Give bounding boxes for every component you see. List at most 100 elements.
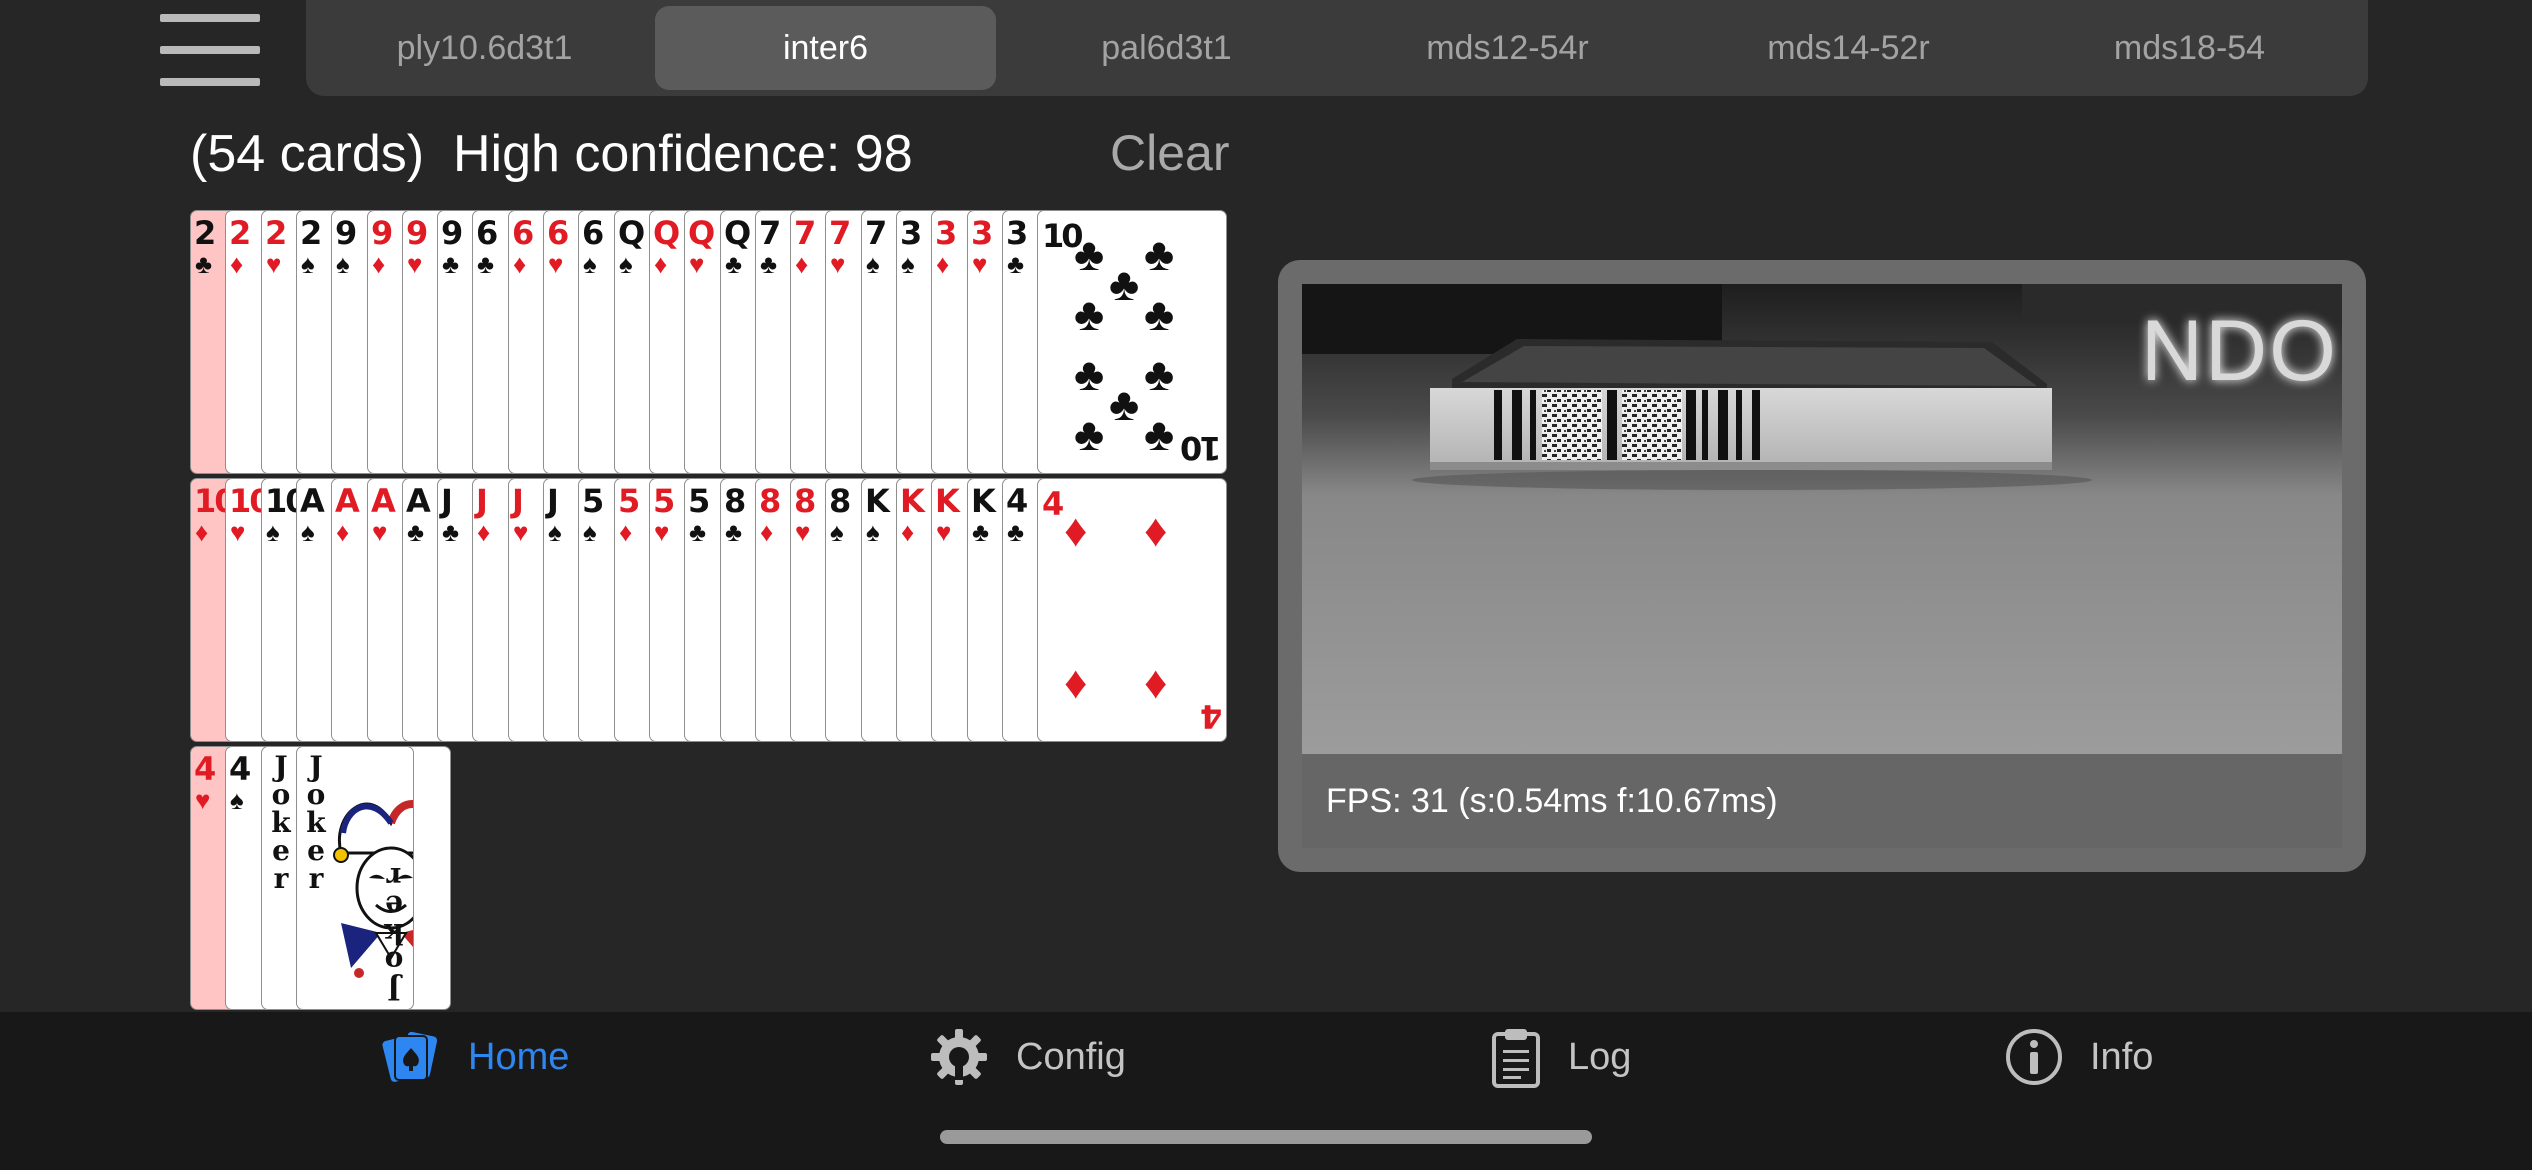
card-rank: Q (724, 214, 751, 252)
camera-overlay-text: NDO (2140, 303, 2338, 399)
card-rank: Q (653, 214, 680, 252)
card-rank: 6 (512, 214, 534, 252)
card-rank: 2 (265, 214, 287, 252)
card-rank: 6 (582, 214, 604, 252)
card-suit: ♣ (442, 517, 460, 547)
card-suit: ♦ (795, 249, 809, 279)
card-suit: ♥ (407, 249, 423, 279)
card-rank: 7 (794, 214, 816, 252)
card-suit: ♣ (725, 517, 743, 547)
card-suit: ♥ (230, 517, 246, 547)
card-row-3: 4 ♥ 4 ♠ Jo k e r Jo k e r Joker (190, 746, 490, 1010)
nav-home-label: Home (468, 1035, 570, 1078)
card-suit: ♠ (301, 517, 315, 547)
card-suit: ♠ (866, 517, 880, 547)
tab-model-2[interactable]: pal6d3t1 (996, 6, 1337, 90)
card-pip: ♦ (1144, 504, 1168, 556)
card-pip: ♦ (1064, 656, 1088, 708)
card-rank: A (406, 482, 431, 520)
camera-feed: NDO FPS: 31 (s:0.54ms f:10.67ms) (1302, 284, 2342, 848)
card-rank: 3 (935, 214, 957, 252)
card-suit: ♠ (301, 249, 315, 279)
card-suit: ♣ (1007, 249, 1025, 279)
card-pip: ♣ (1074, 228, 1105, 280)
gear-icon (931, 1029, 987, 1085)
tab-model-5[interactable]: mds18-54 (2019, 6, 2360, 90)
card-suit: ♥ (972, 249, 988, 279)
tab-model-1[interactable]: inter6 (655, 6, 996, 90)
card-pip: ♣ (1144, 228, 1175, 280)
playing-card: 4 4 ♦ ♦ ♦ ♦ (1037, 478, 1227, 742)
card-suit: ♠ (230, 785, 244, 815)
card-rank: J (547, 482, 559, 520)
tab-model-3[interactable]: mds12-54r (1337, 6, 1678, 90)
card-rank: 8 (724, 482, 746, 520)
card-rank: A (371, 482, 396, 520)
card-rank: 5 (582, 482, 604, 520)
card-rank: 5 (653, 482, 675, 520)
card-suit: ♣ (407, 517, 425, 547)
card-suit: ♥ (830, 249, 846, 279)
card-rank: K (865, 482, 890, 520)
card-rank: Q (618, 214, 645, 252)
card-suit: ♣ (1007, 517, 1025, 547)
card-rank: 9 (371, 214, 393, 252)
clear-button[interactable]: Clear (1110, 124, 1229, 182)
card-suit: ♠ (619, 249, 633, 279)
card-suit: ♦ (336, 517, 350, 547)
card-suit: ♣ (725, 249, 743, 279)
card-rank: 7 (865, 214, 887, 252)
card-suit: ♠ (583, 517, 597, 547)
card-suit: ♦ (901, 517, 915, 547)
clipboard-icon (1492, 1029, 1540, 1088)
card-row-2: 10 ♦ 10 ♥ 10 ♠ A ♠ A ♦ A ♥ A ♣ J ♣ J ♦ J ♥ J ♠ 5 ♠ 5 ♦ 5 ♥ 5 ♣ 8 ♣ 8 ♦ 8 ♥ 8… (190, 478, 1230, 742)
card-rank: 6 (476, 214, 498, 252)
card-suit: ♣ (760, 249, 778, 279)
menu-icon[interactable] (160, 14, 260, 86)
card-rank: 4 (1006, 482, 1028, 520)
nav-log[interactable]: Log (1490, 1012, 1631, 1102)
tab-model-0[interactable]: ply10.6d3t1 (314, 6, 655, 90)
home-indicator[interactable] (940, 1130, 1592, 1144)
playing-card: 10 10 ♣ ♣ ♣ ♣ ♣ ♣ ♣ ♣ ♣ ♣ (1037, 210, 1227, 474)
card-rank: 4 (194, 750, 216, 788)
card-pip: ♣ (1144, 288, 1175, 340)
card-rank: K (935, 482, 960, 520)
nav-log-label: Log (1568, 1035, 1632, 1078)
card-rank: 3 (971, 214, 993, 252)
card-rank: 8 (829, 482, 851, 520)
card-rank: 9 (441, 214, 463, 252)
card-suit: ♥ (936, 517, 952, 547)
card-rank: J (512, 482, 524, 520)
nav-config[interactable]: Config (928, 1012, 1126, 1102)
nav-info-label: Info (2090, 1035, 2154, 1078)
card-suit: ♠ (830, 517, 844, 547)
card-suit: ♦ (477, 517, 491, 547)
card-rank: 2 (300, 214, 322, 252)
tab-model-4[interactable]: mds14-52r (1678, 6, 2019, 90)
card-suit: ♦ (654, 249, 668, 279)
card-rank: 2 (194, 214, 216, 252)
card-suit: ♦ (513, 249, 527, 279)
card-suit: ♦ (230, 249, 244, 279)
card-rank: 2 (229, 214, 251, 252)
card-suit: ♥ (548, 249, 564, 279)
card-suit: ♦ (195, 517, 209, 547)
card-pip: ♣ (1074, 408, 1105, 460)
card-rank: 8 (759, 482, 781, 520)
card-row-1: 2 ♣ 2 ♦ 2 ♥ 2 ♠ 9 ♠ 9 ♦ 9 ♥ 9 ♣ 6 ♣ 6 ♦ 6 ♥ 6 ♠ Q ♠ Q ♦ Q ♥ Q ♣ 7 ♣ 7 ♦ 7 ♥ 7 ♠… (190, 210, 1230, 474)
card-suit: ♥ (195, 785, 211, 815)
card-suit: ♥ (513, 517, 529, 547)
card-rank: A (300, 482, 325, 520)
card-pip: ♣ (1109, 378, 1140, 430)
card-suit: ♣ (477, 249, 495, 279)
card-pip: ♦ (1064, 504, 1088, 556)
nav-home[interactable]: Home (380, 1012, 569, 1102)
card-suit: ♦ (372, 249, 386, 279)
card-rank-bottom: 10 (1183, 429, 1222, 467)
card-pip: ♣ (1074, 288, 1105, 340)
card-rank: 4 (229, 750, 251, 788)
card-rank: Joker (271, 750, 291, 895)
nav-info[interactable]: Info (2004, 1012, 2153, 1102)
card-suit: ♠ (866, 249, 880, 279)
